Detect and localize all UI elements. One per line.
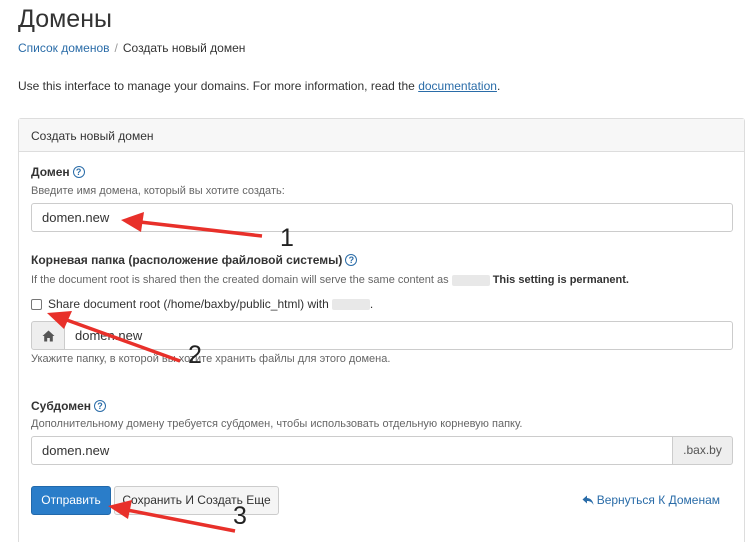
- breadcrumb-separator: /: [114, 41, 118, 55]
- intro-text-suffix: .: [496, 79, 501, 93]
- docroot-label-text: Корневая папка (расположение файловой си…: [31, 253, 343, 267]
- documentation-link[interactable]: documentation: [418, 79, 497, 93]
- subdomain-input[interactable]: domen.new: [31, 436, 673, 465]
- docroot-input[interactable]: domen.new: [64, 321, 733, 350]
- domain-input[interactable]: domen.new: [31, 203, 733, 232]
- subdomain-hint: Дополнительному домену требуется субдоме…: [31, 418, 523, 430]
- breadcrumb-domain-list-link[interactable]: Список доменов: [18, 41, 110, 55]
- docroot-helper: Укажите папку, в которой вы хотите храни…: [31, 353, 391, 365]
- back-to-domains-label[interactable]: Вернуться К Доменам: [597, 493, 720, 507]
- panel-heading: Создать новый домен: [19, 119, 744, 152]
- page-title: Домены: [18, 5, 112, 33]
- home-addon: [31, 321, 65, 350]
- docroot-hint-text: If the document root is shared then the …: [31, 274, 449, 286]
- question-circle-icon[interactable]: ?: [345, 254, 358, 266]
- submit-button[interactable]: Отправить: [31, 486, 111, 515]
- docroot-label: Корневая папка (расположение файловой си…: [31, 253, 358, 267]
- docroot-hint: If the document root is shared then the …: [31, 274, 629, 286]
- share-docroot-suffix: .: [369, 297, 374, 311]
- domain-label: Домен?: [31, 165, 85, 179]
- save-and-create-button[interactable]: Сохранить И Создать Еще: [114, 486, 279, 515]
- question-circle-icon[interactable]: ?: [72, 166, 85, 178]
- redacted-domain: [451, 274, 490, 286]
- subdomain-suffix: .bax.by: [672, 436, 733, 465]
- annotation-number-2: 2: [188, 341, 202, 369]
- back-to-domains-link[interactable]: Вернуться К Доменам: [582, 493, 720, 507]
- breadcrumb: Список доменов / Создать новый домен: [18, 41, 245, 55]
- annotation-number-3: 3: [233, 502, 247, 530]
- home-icon: [42, 330, 54, 341]
- domain-label-text: Домен: [31, 165, 70, 179]
- share-docroot-checkbox[interactable]: [31, 298, 42, 310]
- annotation-number-1: 1: [280, 224, 294, 252]
- subdomain-label: Субдомен?: [31, 399, 107, 413]
- domain-hint: Введите имя домена, который вы хотите со…: [31, 185, 285, 197]
- question-circle-icon[interactable]: ?: [94, 400, 107, 412]
- redacted-domain: [331, 298, 370, 310]
- subdomain-label-text: Субдомен: [31, 399, 92, 413]
- share-docroot-label[interactable]: Share document root (/home/baxby/public_…: [48, 297, 329, 311]
- breadcrumb-current: Создать новый домен: [122, 41, 246, 55]
- intro-text: Use this interface to manage your domain…: [18, 79, 500, 93]
- reply-arrow-icon: [582, 495, 594, 505]
- share-docroot-row: Share document root (/home/baxby/public_…: [31, 297, 373, 311]
- docroot-hint-permanent: This setting is permanent.: [492, 274, 629, 286]
- intro-text-body: Use this interface to manage your domain…: [18, 79, 419, 93]
